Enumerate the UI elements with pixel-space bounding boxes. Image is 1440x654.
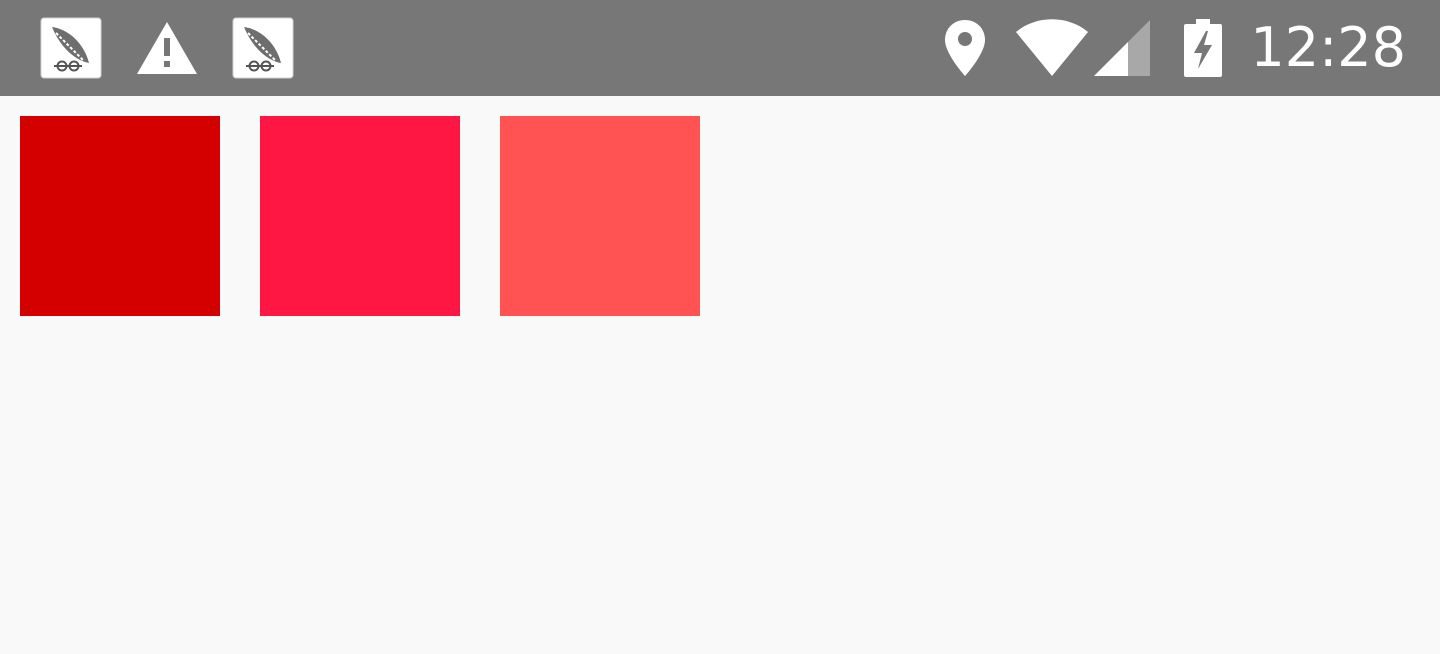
- notification-icons: [40, 17, 294, 79]
- rocket-app-icon: [40, 17, 102, 79]
- color-swatch[interactable]: [20, 116, 220, 316]
- rocket-app-icon: [232, 17, 294, 79]
- battery-charging-icon: [1184, 19, 1223, 77]
- status-bar: 12:28: [0, 0, 1440, 96]
- warning-icon: [136, 17, 198, 79]
- status-clock: 12:28: [1250, 16, 1406, 79]
- main-content: [0, 96, 1440, 654]
- system-icons: 12:28: [944, 0, 1406, 96]
- location-icon: [944, 19, 986, 77]
- cell-signal-icon: [1094, 20, 1151, 76]
- color-swatches: [20, 116, 700, 316]
- wifi-icon: [1016, 19, 1089, 77]
- color-swatch[interactable]: [260, 116, 460, 316]
- color-swatch[interactable]: [500, 116, 700, 316]
